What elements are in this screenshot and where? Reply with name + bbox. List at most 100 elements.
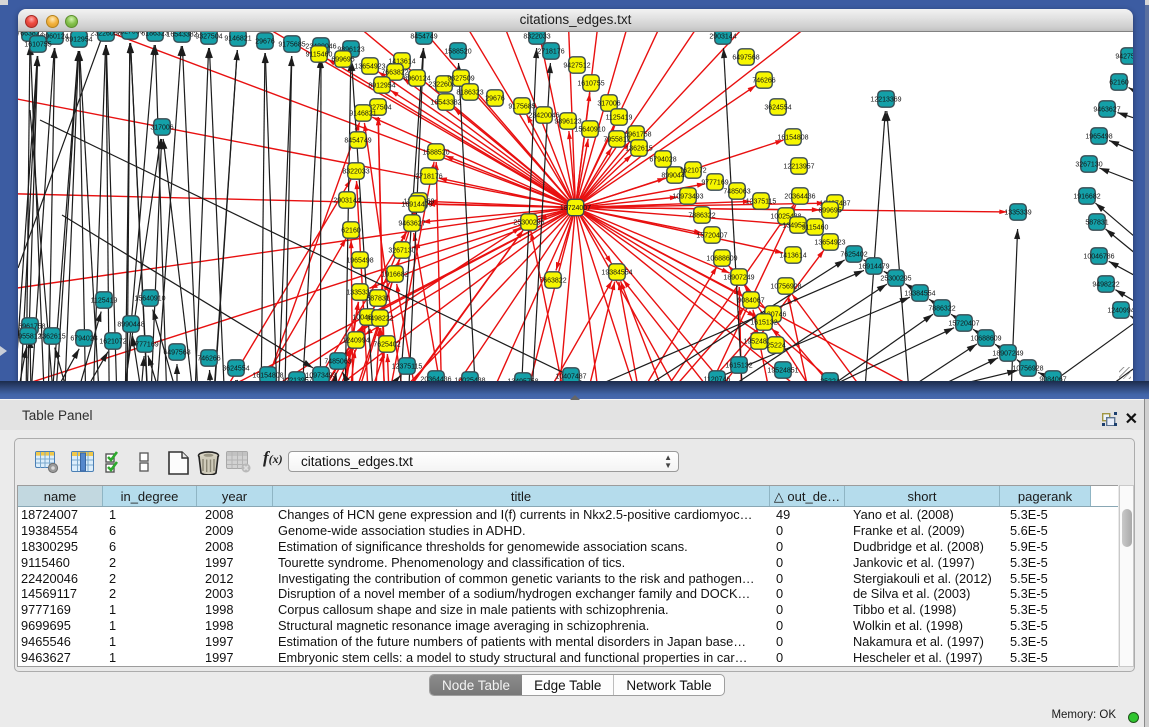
svg-text:9896123: 9896123: [554, 119, 581, 126]
svg-text:16154808: 16154808: [777, 135, 808, 142]
svg-text:1615132: 1615132: [750, 320, 777, 327]
svg-text:3267130: 3267130: [388, 248, 415, 255]
svg-text:15720407: 15720407: [948, 321, 979, 328]
svg-text:16914479: 16914479: [401, 202, 432, 209]
svg-text:9498222: 9498222: [1092, 282, 1119, 289]
svg-text:16543382: 16543382: [430, 100, 461, 107]
svg-text:1362615: 1362615: [625, 146, 652, 153]
svg-text:7625402: 7625402: [840, 252, 867, 259]
svg-text:1965498: 1965498: [1085, 134, 1112, 141]
svg-text:6497568: 6497568: [163, 350, 190, 357]
svg-text:8454749: 8454749: [344, 138, 371, 145]
svg-text:699695: 699695: [818, 208, 841, 215]
svg-text:12213369: 12213369: [870, 97, 901, 104]
svg-text:6794028: 6794028: [70, 336, 97, 343]
svg-text:9463627: 9463627: [398, 221, 425, 228]
svg-text:6497568: 6497568: [732, 55, 759, 62]
svg-text:10756928: 10756928: [1012, 366, 1043, 373]
svg-text:9327509: 9327509: [116, 32, 143, 36]
svg-text:7663822: 7663822: [539, 278, 566, 285]
svg-text:1125419: 1125419: [606, 115, 633, 122]
svg-text:317006: 317006: [150, 125, 173, 132]
svg-text:7625402: 7625402: [373, 342, 400, 349]
svg-text:9327504: 9327504: [195, 34, 222, 41]
svg-text:9427512: 9427512: [563, 63, 590, 70]
svg-text:16154808: 16154808: [252, 373, 283, 380]
svg-text:1916682: 1916682: [381, 272, 408, 279]
svg-text:8322033: 8322033: [342, 169, 369, 176]
svg-text:8186323: 8186323: [141, 32, 168, 38]
svg-text:2718176: 2718176: [415, 174, 442, 181]
svg-text:15640910: 15640910: [574, 127, 605, 134]
svg-text:18724007: 18724007: [560, 205, 591, 212]
svg-text:12213957: 12213957: [783, 164, 814, 171]
svg-text:1362615: 1362615: [38, 334, 65, 341]
svg-text:3267130: 3267130: [1075, 162, 1102, 169]
svg-text:9327509: 9327509: [447, 76, 474, 83]
svg-text:2718176: 2718176: [537, 49, 564, 56]
svg-text:8322033: 8322033: [523, 34, 550, 41]
svg-text:746266: 746266: [197, 356, 220, 363]
svg-text:25300295: 25300295: [880, 276, 911, 283]
svg-text:19384554: 19384554: [601, 270, 632, 277]
svg-text:1588520: 1588520: [422, 150, 449, 157]
svg-text:18907249: 18907249: [992, 351, 1023, 358]
svg-text:6794028: 6794028: [649, 157, 676, 164]
svg-text:1125419: 1125419: [91, 298, 118, 305]
svg-text:9175685: 9175685: [278, 42, 305, 49]
svg-text:8912954: 8912954: [65, 37, 92, 44]
svg-text:1588520: 1588520: [444, 49, 471, 56]
svg-text:587831: 587831: [1085, 220, 1108, 227]
svg-text:9427512: 9427512: [1115, 54, 1133, 61]
svg-text:10407487: 10407487: [555, 374, 586, 381]
svg-text:13654923: 13654923: [814, 240, 845, 247]
svg-text:62160: 62160: [341, 228, 361, 235]
svg-text:25300295: 25300295: [513, 220, 544, 227]
svg-text:10973493: 10973493: [672, 194, 703, 201]
svg-text:10046786: 10046786: [1083, 254, 1114, 261]
svg-text:10756928: 10756928: [770, 284, 801, 291]
svg-text:15640910: 15640910: [134, 296, 165, 303]
svg-text:587831: 587831: [366, 296, 389, 303]
svg-text:3624554: 3624554: [764, 105, 791, 112]
svg-text:1240994: 1240994: [342, 338, 369, 345]
svg-text:12375115: 12375115: [746, 199, 777, 206]
svg-text:20364436: 20364436: [784, 194, 815, 201]
svg-text:29676: 29676: [485, 96, 505, 103]
svg-text:3624554: 3624554: [222, 366, 249, 373]
svg-text:9084067: 9084067: [737, 298, 764, 305]
svg-text:16914479: 16914479: [858, 264, 889, 271]
svg-text:15720407: 15720407: [696, 233, 727, 240]
svg-text:317006: 317006: [597, 101, 620, 108]
svg-text:25224: 25224: [766, 343, 786, 350]
svg-text:746266: 746266: [752, 78, 775, 85]
svg-text:62160: 62160: [1109, 80, 1129, 87]
svg-text:10688609: 10688609: [970, 336, 1001, 343]
svg-text:9146821: 9146821: [349, 111, 376, 118]
svg-text:19384554: 19384554: [904, 291, 935, 298]
svg-text:1610755: 1610755: [24, 42, 51, 49]
svg-text:1615132: 1615132: [725, 363, 752, 370]
svg-text:9115460: 9115460: [802, 225, 829, 232]
svg-text:1413614: 1413614: [779, 253, 806, 260]
svg-text:9115460: 9115460: [306, 52, 333, 59]
svg-text:9175685: 9175685: [508, 104, 535, 111]
svg-text:7485063: 7485063: [324, 359, 351, 366]
svg-text:1916682: 1916682: [1073, 194, 1100, 201]
svg-text:18907249: 18907249: [723, 275, 754, 282]
svg-text:9498222: 9498222: [366, 316, 393, 323]
svg-text:8454749: 8454749: [410, 34, 437, 41]
svg-text:7485063: 7485063: [723, 189, 750, 196]
svg-text:699695: 699695: [331, 57, 354, 64]
svg-text:2903144: 2903144: [333, 198, 360, 205]
svg-text:1621072: 1621072: [679, 168, 706, 175]
svg-text:1965498: 1965498: [346, 258, 373, 265]
svg-text:1335339: 1335339: [1004, 210, 1031, 217]
svg-text:1610755: 1610755: [577, 81, 604, 88]
svg-text:9146821: 9146821: [224, 36, 251, 43]
svg-text:10688609: 10688609: [706, 256, 737, 263]
svg-text:29676: 29676: [255, 39, 275, 46]
svg-text:9463627: 9463627: [1093, 107, 1120, 114]
svg-text:19524851: 19524851: [767, 368, 798, 375]
svg-text:7886322: 7886322: [688, 213, 715, 220]
